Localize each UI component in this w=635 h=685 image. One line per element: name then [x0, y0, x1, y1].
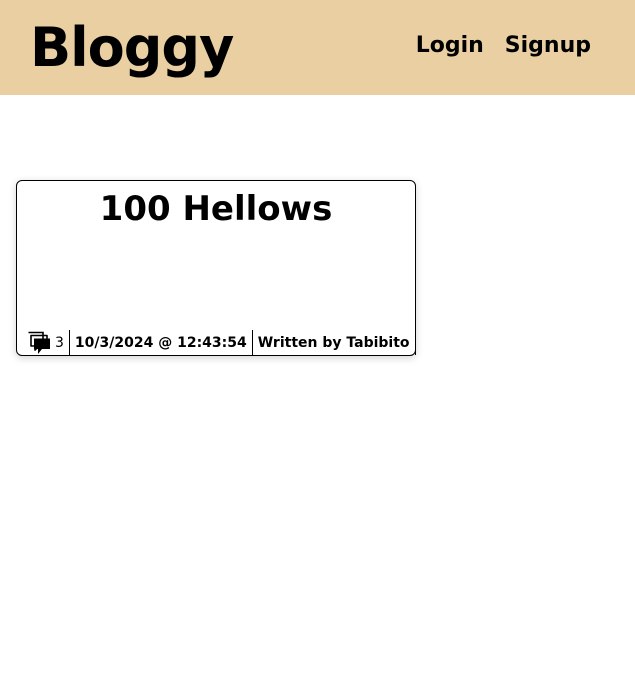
main-nav: Login Signup: [416, 30, 591, 62]
login-link[interactable]: Login: [416, 30, 484, 62]
post-author: Written by Tabibito: [253, 330, 416, 355]
comment-count-cell: 3: [27, 330, 70, 355]
comments-icon: [28, 331, 50, 354]
site-header: Bloggy Login Signup: [0, 0, 635, 95]
post-timestamp: 10/3/2024 @ 12:43:54: [70, 330, 253, 355]
post-meta: 3 10/3/2024 @ 12:43:54 Written by Tabibi…: [27, 330, 416, 355]
post-card[interactable]: 100 Hellows 3 10/3/2024 @ 12:43:54 Writt…: [16, 180, 416, 356]
signup-link[interactable]: Signup: [505, 30, 591, 62]
brand-logo[interactable]: Bloggy: [30, 14, 234, 82]
comment-count: 3: [55, 334, 64, 351]
post-title[interactable]: 100 Hellows: [17, 187, 415, 231]
